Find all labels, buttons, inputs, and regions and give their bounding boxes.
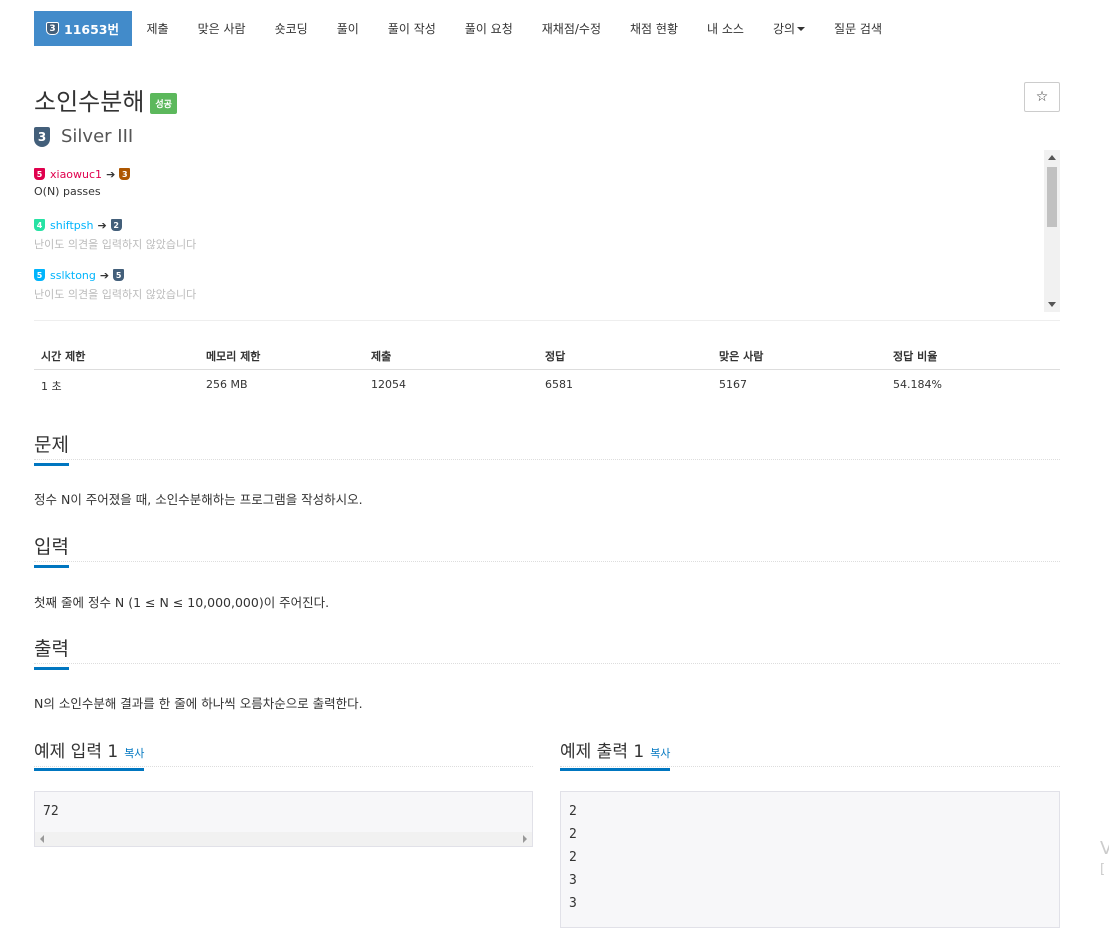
nav-item-my-source[interactable]: 내 소스 bbox=[693, 11, 759, 46]
scroll-left-icon[interactable] bbox=[40, 835, 44, 843]
sample-output-line: 2 bbox=[569, 804, 577, 819]
opinion-text: O(N) passes bbox=[34, 185, 101, 198]
divider bbox=[34, 320, 1060, 321]
table-header-row: 시간 제한 메모리 제한 제출 정답 맞은 사람 정답 비율 bbox=[34, 340, 1060, 370]
sample-output-line: 3 bbox=[569, 896, 577, 911]
col-accepted: 정답 bbox=[545, 350, 566, 363]
arrow-right-icon: ➔ bbox=[99, 268, 110, 282]
sample-input-head: 예제 입력 1 복사 bbox=[34, 737, 533, 771]
star-icon: ☆ bbox=[1035, 89, 1049, 105]
col-submissions: 제출 bbox=[371, 350, 392, 363]
tier-shield-icon: 3 bbox=[34, 126, 50, 147]
output-description: N의 소인수분해 결과를 한 줄에 하나씩 오름차순으로 출력한다. bbox=[34, 696, 363, 711]
opinions-scrollbar[interactable] bbox=[1044, 150, 1060, 312]
submissions-value: 12054 bbox=[371, 378, 406, 391]
status-badge: 성공 bbox=[150, 93, 177, 114]
caret-down-icon bbox=[797, 26, 806, 31]
col-memory-limit: 메모리 제한 bbox=[206, 350, 261, 363]
user-tier-icon: 4 bbox=[34, 219, 45, 231]
nav-item-short-coding[interactable]: 숏코딩 bbox=[260, 11, 322, 46]
memory-limit-value: 256 MB bbox=[206, 378, 248, 391]
user-tier-icon: 5 bbox=[34, 168, 45, 180]
opinion-text: 난이도 의견을 입력하지 않았습니다 bbox=[34, 288, 197, 301]
time-limit-value: 1 초 bbox=[41, 380, 62, 393]
clipped-text: [ bbox=[1100, 862, 1106, 877]
table-row: 1 초 256 MB 12054 6581 5167 54.184% bbox=[34, 370, 1060, 400]
opinion-user-link[interactable]: shiftpsh bbox=[50, 219, 93, 232]
solved-users-value: 5167 bbox=[719, 378, 747, 391]
col-accept-ratio: 정답 비율 bbox=[893, 350, 938, 363]
accept-ratio-value: 54.184% bbox=[893, 378, 942, 391]
nav-item-request-solution[interactable]: 풀이 요청 bbox=[450, 11, 527, 46]
section-input-head: 입력 bbox=[34, 532, 1060, 568]
nav-item-question-search[interactable]: 질문 검색 bbox=[820, 11, 897, 46]
arrow-right-icon: ➔ bbox=[97, 218, 107, 232]
nav-item-rejudge[interactable]: 재채점/수정 bbox=[527, 11, 615, 46]
section-output-head: 출력 bbox=[34, 634, 1060, 670]
opinion-item: 5 sslktong ➔ 5 난이도 의견을 입력하지 않았습니다 bbox=[34, 268, 196, 302]
sample-output-line: 2 bbox=[569, 850, 577, 865]
opinion-tier-icon: 3 bbox=[119, 168, 131, 180]
arrow-right-icon: ➔ bbox=[106, 167, 116, 181]
copy-output-button[interactable]: 복사 bbox=[650, 747, 670, 760]
opinion-item: 5 xiaowuc1 ➔ 3 O(N) passes bbox=[34, 167, 135, 198]
opinion-tier-icon: 5 bbox=[113, 269, 125, 281]
star-button[interactable]: ☆ bbox=[1024, 82, 1060, 112]
horizontal-scrollbar[interactable] bbox=[35, 832, 532, 846]
problem-info-table: 시간 제한 메모리 제한 제출 정답 맞은 사람 정답 비율 1 초 256 M… bbox=[34, 340, 1060, 400]
nav-item-lectures[interactable]: 강의 bbox=[758, 11, 819, 46]
section-problem-head: 문제 bbox=[34, 430, 1060, 466]
input-description: 첫째 줄에 정수 N (1 ≤ N ≤ 10,000,000)이 주어진다. bbox=[34, 595, 330, 610]
opinion-text: 난이도 의견을 입력하지 않았습니다 bbox=[34, 238, 197, 251]
problem-number: 11653번 bbox=[64, 22, 119, 37]
nav-item-problem[interactable]: 3 11653번 bbox=[34, 11, 132, 46]
sample-input-box[interactable]: 72 bbox=[34, 791, 533, 847]
opinion-user-link[interactable]: xiaowuc1 bbox=[50, 168, 102, 181]
tier-row: 3 Silver III bbox=[34, 126, 133, 147]
sample-output-line: 2 bbox=[569, 827, 577, 842]
opinion-item: 4 shiftpsh ➔ 2 난이도 의견을 입력하지 않았습니다 bbox=[34, 218, 196, 252]
problem-description: 정수 N이 주어졌을 때, 소인수분해하는 프로그램을 작성하시오. bbox=[34, 492, 363, 507]
page-title: 소인수분해 bbox=[34, 88, 145, 116]
scroll-up-icon[interactable] bbox=[1048, 155, 1056, 160]
nav-item-solved-users[interactable]: 맞은 사람 bbox=[183, 11, 260, 46]
difficulty-opinions: 5 xiaowuc1 ➔ 3 O(N) passes 4 shiftpsh ➔ … bbox=[34, 150, 1060, 312]
nav-item-write-solution[interactable]: 풀이 작성 bbox=[373, 11, 450, 46]
col-solved-users: 맞은 사람 bbox=[719, 350, 764, 363]
sample-output-line: 3 bbox=[569, 873, 577, 888]
scroll-right-icon[interactable] bbox=[523, 835, 527, 843]
opinion-user-link[interactable]: sslktong bbox=[50, 269, 96, 282]
tier-name: Silver III bbox=[61, 126, 134, 147]
user-tier-icon: 5 bbox=[34, 269, 45, 281]
opinion-tier-icon: 2 bbox=[110, 219, 122, 231]
col-time-limit: 시간 제한 bbox=[41, 350, 86, 363]
sample-output-box[interactable]: 2 2 2 3 3 bbox=[560, 791, 1060, 928]
nav-item-status[interactable]: 채점 현황 bbox=[616, 11, 693, 46]
accepted-value: 6581 bbox=[545, 378, 573, 391]
sample-output-head: 예제 출력 1 복사 bbox=[560, 737, 1060, 771]
problem-nav: 3 11653번 제출 맞은 사람 숏코딩 풀이 풀이 작성 풀이 요청 재채점… bbox=[34, 11, 897, 46]
scroll-down-icon[interactable] bbox=[1048, 302, 1056, 307]
nav-item-submit[interactable]: 제출 bbox=[132, 11, 183, 46]
tier-badge-icon: 3 bbox=[46, 22, 59, 35]
title-row: 소인수분해 성공 bbox=[34, 82, 177, 117]
sample-input-line: 72 bbox=[43, 804, 59, 819]
nav-item-solutions[interactable]: 풀이 bbox=[322, 11, 373, 46]
scroll-thumb[interactable] bbox=[1047, 167, 1057, 227]
copy-input-button[interactable]: 복사 bbox=[124, 747, 144, 760]
clipped-text: V bbox=[1100, 838, 1109, 859]
